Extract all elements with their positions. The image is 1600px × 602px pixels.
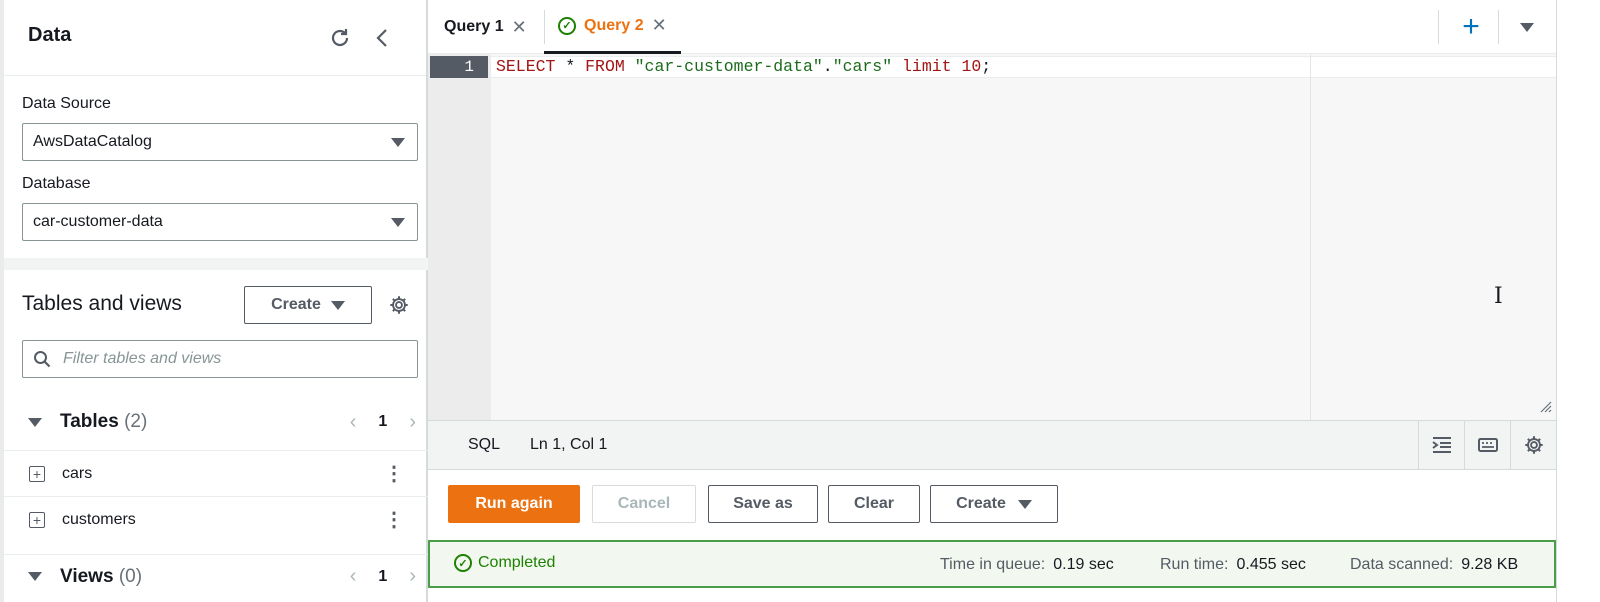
resize-handle-icon[interactable]: [1540, 401, 1552, 416]
tables-page-number[interactable]: 1: [378, 413, 387, 431]
line-number: 1: [430, 56, 488, 78]
editor-status-bar: SQL Ln 1, Col 1: [428, 420, 1556, 470]
caret-down-icon: [391, 218, 405, 227]
query-tabs: Query 1 ✕ ✓ Query 2 ✕ +: [428, 0, 1556, 54]
filter-tables-field[interactable]: [22, 340, 418, 378]
caret-down-icon: [1017, 499, 1032, 509]
settings-gear-icon[interactable]: [386, 292, 412, 318]
clear-button[interactable]: Clear: [828, 485, 920, 523]
search-icon: [33, 350, 51, 373]
print-margin-line: [1310, 54, 1311, 420]
views-section-label: Views (0): [60, 565, 143, 587]
query-result-status: ✓ Completed Time in queue: 0.19 sec Run t…: [428, 540, 1556, 588]
views-page-number[interactable]: 1: [378, 568, 387, 586]
chevron-right-icon[interactable]: ›: [409, 411, 416, 434]
code-line[interactable]: SELECT * FROM "car-customer-data"."cars"…: [491, 56, 1556, 78]
keyboard-icon[interactable]: [1464, 421, 1510, 469]
section-divider: [4, 258, 428, 270]
expand-table-icon[interactable]: +: [29, 511, 45, 528]
run-time: Run time: 0.455 sec: [1160, 556, 1306, 573]
data-panel: Data Data Source AwsDataCatalog Database…: [0, 0, 428, 602]
query-actions: Run again Cancel Save as Clear Create: [428, 470, 1556, 540]
data-panel-title: Data: [28, 24, 72, 46]
caret-down-icon: [391, 138, 405, 147]
views-section-header[interactable]: Views (0) ‹ 1 ›: [4, 554, 428, 598]
close-icon[interactable]: ✕: [512, 17, 527, 38]
tab-label: Query 2: [584, 16, 644, 34]
right-gutter: [1556, 0, 1600, 602]
run-again-button[interactable]: Run again: [448, 485, 580, 523]
expand-table-icon[interactable]: +: [29, 465, 45, 482]
editor-gutter: 1: [428, 54, 491, 420]
tab-query-2[interactable]: ✓ Query 2 ✕: [544, 0, 681, 54]
create-button[interactable]: Create: [930, 485, 1058, 523]
tables-and-views-title: Tables and views: [22, 292, 182, 315]
language-indicator: SQL: [468, 436, 501, 453]
tabs-menu-caret-icon[interactable]: [1514, 14, 1540, 40]
collapse-panel-icon[interactable]: [368, 24, 396, 52]
expand-caret-icon[interactable]: [28, 417, 42, 427]
tab-query-1[interactable]: Query 1 ✕: [444, 0, 527, 54]
tables-create-label: Create: [271, 296, 321, 313]
tables-create-button[interactable]: Create: [244, 286, 372, 324]
table-name: cars: [62, 464, 93, 482]
close-icon[interactable]: ✕: [652, 15, 667, 36]
text-cursor-icon: I: [1494, 284, 1503, 309]
save-as-button[interactable]: Save as: [708, 485, 818, 523]
format-indent-icon[interactable]: [1418, 421, 1464, 469]
tables-section-label: Tables (2): [60, 411, 148, 432]
expand-caret-icon[interactable]: [28, 572, 42, 581]
database-select[interactable]: car-customer-data: [22, 203, 418, 241]
table-name: customers: [62, 510, 136, 528]
editor-settings-gear-icon[interactable]: [1510, 421, 1556, 469]
data-source-value: AwsDataCatalog: [33, 133, 152, 150]
tab-label: Query 1: [444, 18, 504, 35]
database-label: Database: [22, 175, 91, 192]
views-pager: ‹ 1 ›: [350, 565, 416, 588]
cursor-position: Ln 1, Col 1: [530, 436, 608, 453]
filter-tables-input[interactable]: [63, 350, 393, 368]
data-panel-header: Data: [4, 0, 426, 76]
table-row[interactable]: + customers ⋮: [4, 496, 428, 542]
chevron-left-icon[interactable]: ‹: [350, 565, 357, 588]
add-tab-icon[interactable]: +: [1454, 10, 1488, 44]
chevron-right-icon[interactable]: ›: [409, 565, 416, 588]
tables-section-header[interactable]: Tables (2) ‹ 1 ›: [4, 402, 428, 442]
tab-divider: [1498, 10, 1499, 44]
sql-editor[interactable]: 1 SELECT * FROM "car-customer-data"."car…: [428, 54, 1556, 420]
success-check-icon: ✓: [558, 16, 576, 35]
refresh-icon[interactable]: [326, 24, 354, 52]
database-value: car-customer-data: [33, 213, 163, 230]
success-check-icon: ✓: [454, 554, 472, 572]
status-text: Completed: [478, 554, 556, 571]
more-options-icon[interactable]: ⋮: [384, 510, 404, 530]
tables-pager: ‹ 1 ›: [350, 411, 416, 434]
completed-status: ✓ Completed: [454, 554, 555, 572]
cancel-button[interactable]: Cancel: [592, 485, 696, 523]
data-source-label: Data Source: [22, 95, 111, 112]
data-scanned: Data scanned: 9.28 KB: [1350, 556, 1519, 573]
table-row[interactable]: + cars ⋮: [4, 450, 428, 496]
more-options-icon[interactable]: ⋮: [384, 464, 404, 484]
query-editor-area: Query 1 ✕ ✓ Query 2 ✕ + 1 SELECT * FROM …: [428, 0, 1556, 602]
create-button-label: Create: [956, 495, 1006, 512]
tab-divider: [1438, 10, 1439, 44]
data-source-select[interactable]: AwsDataCatalog: [22, 123, 418, 161]
caret-down-icon: [330, 300, 345, 310]
chevron-left-icon[interactable]: ‹: [350, 411, 357, 434]
time-in-queue: Time in queue: 0.19 sec: [940, 556, 1114, 573]
